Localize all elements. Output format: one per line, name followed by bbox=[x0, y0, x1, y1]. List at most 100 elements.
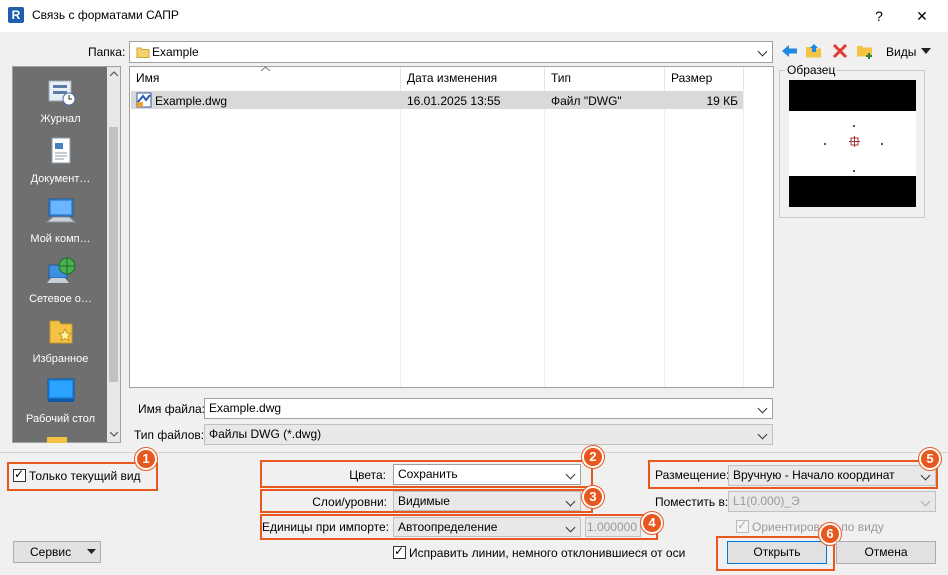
fix-lines-label: Исправить линии, немного отклонившиеся о… bbox=[409, 546, 686, 560]
chevron-down-icon[interactable] bbox=[757, 403, 768, 414]
window-title: Связь с форматами САПР bbox=[32, 8, 179, 22]
new-folder-icon[interactable] bbox=[856, 42, 874, 60]
placement-select[interactable]: Вручную - Начало координат bbox=[728, 465, 936, 486]
layers-label: Слои/уровни: bbox=[312, 495, 387, 509]
sidebar-item-favorites[interactable]: Избранное bbox=[13, 315, 108, 365]
column-divider bbox=[664, 89, 665, 387]
orient-label: Ориентировать по виду bbox=[752, 520, 884, 534]
sidebar-item-history[interactable]: Журнал bbox=[13, 75, 108, 125]
badge-5: 5 bbox=[919, 448, 941, 470]
chevron-down-icon bbox=[920, 496, 931, 507]
folder-combo[interactable]: Example bbox=[129, 41, 773, 63]
revit-app-icon: R bbox=[8, 7, 24, 23]
open-button[interactable]: Открыть bbox=[727, 541, 827, 564]
chevron-down-icon bbox=[565, 469, 576, 480]
column-divider bbox=[400, 89, 401, 387]
filetype-select[interactable]: Файлы DWG (*.dwg) bbox=[204, 424, 773, 445]
sidebar-item-label: Журнал bbox=[40, 113, 81, 125]
fix-lines-checkbox[interactable] bbox=[393, 544, 406, 559]
scroll-down-icon[interactable] bbox=[110, 431, 118, 437]
orient-checkbox bbox=[736, 518, 749, 533]
place-at-select: L1(0.000)_Э bbox=[728, 491, 936, 512]
documents-icon bbox=[51, 137, 70, 164]
sidebar-item-label: Документ… bbox=[30, 173, 91, 185]
sidebar-scrollbar[interactable] bbox=[107, 67, 120, 442]
badge-3: 3 bbox=[582, 486, 604, 508]
badge-1: 1 bbox=[135, 448, 157, 470]
preview-dot bbox=[853, 170, 855, 172]
sidebar-item-label: Избранное bbox=[32, 353, 89, 365]
colors-select[interactable]: Сохранить bbox=[393, 464, 581, 485]
dropdown-triangle-icon[interactable] bbox=[921, 48, 931, 54]
folder-label: Папка: bbox=[88, 45, 126, 59]
chevron-down-icon bbox=[565, 496, 576, 507]
units-select[interactable]: Автоопределение bbox=[393, 517, 581, 537]
layers-select[interactable]: Видимые bbox=[393, 491, 581, 511]
sidebar-item-desktop[interactable]: Рабочий стол bbox=[13, 375, 108, 425]
filename-value: Example.dwg bbox=[209, 401, 282, 415]
up-folder-icon[interactable] bbox=[805, 42, 823, 60]
preview-label: Образец bbox=[785, 63, 838, 77]
sort-arrow-icon bbox=[261, 66, 270, 72]
file-date-cell: 16.01.2025 13:55 bbox=[407, 94, 501, 108]
file-name-cell: Example.dwg bbox=[155, 94, 228, 108]
filename-input[interactable]: Example.dwg bbox=[204, 398, 773, 419]
column-header-size[interactable]: Размер bbox=[665, 67, 744, 89]
scroll-up-icon[interactable] bbox=[110, 71, 118, 77]
current-view-checkbox[interactable] bbox=[13, 467, 26, 482]
dropdown-triangle-icon[interactable] bbox=[87, 549, 96, 555]
units-label: Единицы при импорте: bbox=[262, 520, 389, 534]
preview-image bbox=[789, 80, 916, 207]
scroll-thumb[interactable] bbox=[109, 127, 118, 382]
places-sidebar: Журнал Документ… Мой комп… Сетевое о… Из… bbox=[12, 66, 121, 443]
filetype-value: Файлы DWG (*.dwg) bbox=[209, 427, 322, 441]
place-at-value: L1(0.000)_Э bbox=[733, 494, 800, 508]
column-header-type[interactable]: Тип bbox=[545, 67, 665, 89]
help-button[interactable]: ? bbox=[856, 0, 902, 32]
views-menu-label[interactable]: Виды bbox=[886, 45, 916, 59]
preview-dot bbox=[824, 143, 826, 145]
colors-value: Сохранить bbox=[398, 467, 458, 481]
dwg-file-icon bbox=[136, 92, 152, 108]
history-icon bbox=[48, 80, 75, 106]
placement-value: Вручную - Начало координат bbox=[733, 468, 895, 482]
sidebar-item-documents[interactable]: Документ… bbox=[13, 135, 108, 185]
sidebar-item-computer[interactable]: Мой комп… bbox=[13, 195, 108, 245]
filetype-label: Тип файлов: bbox=[134, 428, 205, 442]
chevron-down-icon bbox=[757, 46, 768, 57]
network-icon bbox=[46, 257, 75, 283]
units-value: Автоопределение bbox=[398, 520, 498, 534]
badge-2: 2 bbox=[582, 446, 604, 468]
units-factor-field[interactable]: 1.000000 bbox=[585, 517, 641, 537]
units-factor-value: 1.000000 bbox=[586, 520, 637, 534]
favorites-icon bbox=[49, 320, 72, 344]
computer-icon bbox=[45, 198, 76, 223]
chevron-down-icon bbox=[565, 522, 576, 533]
sidebar-item-label: Рабочий стол bbox=[25, 413, 96, 425]
close-button[interactable]: ✕ bbox=[899, 0, 945, 32]
place-at-label: Поместить в: bbox=[655, 495, 729, 509]
service-button-label: Сервис bbox=[30, 545, 72, 559]
chevron-down-icon bbox=[757, 429, 768, 440]
more-items-hint bbox=[47, 437, 67, 443]
file-list[interactable]: Имя Дата изменения Тип Размер Example.dw… bbox=[129, 66, 774, 388]
back-arrow-icon[interactable] bbox=[780, 43, 798, 59]
desktop-icon bbox=[47, 378, 74, 402]
sidebar-item-network[interactable]: Сетевое о… bbox=[13, 255, 108, 305]
badge-4: 4 bbox=[641, 512, 663, 534]
chevron-down-icon bbox=[920, 470, 931, 481]
folder-icon bbox=[136, 47, 150, 58]
layers-value: Видимые bbox=[398, 494, 450, 508]
current-view-label: Только текущий вид bbox=[29, 469, 141, 483]
colors-label: Цвета: bbox=[349, 468, 386, 482]
preview-band-bottom bbox=[789, 176, 916, 207]
preview-drawing-icon bbox=[849, 136, 860, 147]
column-divider bbox=[743, 89, 744, 387]
delete-icon[interactable] bbox=[832, 43, 848, 59]
column-header-date[interactable]: Дата изменения bbox=[401, 67, 545, 89]
cancel-button[interactable]: Отмена bbox=[836, 541, 936, 564]
file-type-cell: Файл "DWG" bbox=[551, 94, 622, 108]
sidebar-item-label: Сетевое о… bbox=[29, 293, 92, 305]
filename-label: Имя файла: bbox=[138, 402, 205, 416]
file-size-cell: 19 КБ bbox=[706, 94, 738, 108]
